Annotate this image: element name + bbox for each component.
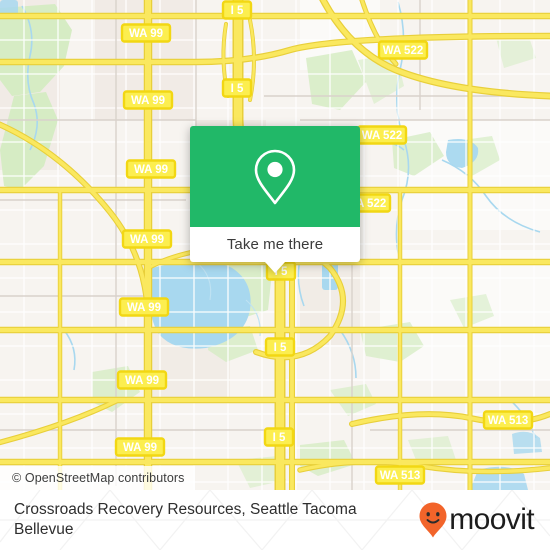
road-shield-label: I 5 [231, 5, 244, 17]
road-shield-label: WA 522 [383, 45, 423, 57]
take-me-there-button[interactable]: Take me there [190, 227, 360, 273]
moovit-logo[interactable]: moovit [418, 501, 535, 539]
location-popup-card[interactable]: Take me there [190, 126, 360, 273]
moovit-map-page: I 5 WA 99 WA 522 WA 99 I 5 WA 522 WA 99 WA 522 W… [0, 0, 550, 550]
road-shield: WA 99 [120, 23, 172, 43]
popup-header [190, 126, 360, 227]
road-shield-label: WA 99 [131, 95, 165, 107]
road-shield-label: WA 99 [125, 375, 159, 387]
road-shield-label: WA 99 [127, 302, 161, 314]
road-shield: WA 513 [482, 410, 534, 430]
road-shield: WA 99 [125, 159, 177, 179]
moovit-smiley-pin-icon [419, 502, 447, 538]
road-shield: WA 513 [374, 465, 426, 485]
road-shield: I 5 [221, 0, 253, 20]
popup-pointer-tail [265, 262, 285, 273]
road-shield: WA 522 [356, 125, 408, 145]
place-title: Crossroads Recovery Resources, Seattle T… [14, 501, 357, 538]
osm-attribution-text: © OpenStreetMap contributors [12, 471, 185, 485]
take-me-there-label: Take me there [226, 236, 324, 253]
road-shield-label: WA 99 [129, 28, 163, 40]
road-shield: WA 99 [122, 90, 174, 110]
road-shield-label: I 5 [231, 83, 244, 95]
road-shield: I 5 [221, 78, 253, 98]
footer-bar: Crossroads Recovery Resources, Seattle T… [0, 490, 550, 550]
osm-attribution[interactable]: © OpenStreetMap contributors [0, 466, 195, 490]
road-shield-label: WA 99 [123, 442, 157, 454]
road-shield: WA 99 [121, 229, 173, 249]
road-shield: WA 99 [114, 437, 166, 457]
road-shield-label: WA 513 [488, 415, 528, 427]
road-shield: WA 99 [118, 297, 170, 317]
road-shield: I 5 [263, 427, 295, 447]
moovit-wordmark: moovit [449, 503, 534, 536]
road-shield: I 5 [264, 337, 296, 357]
road-shield-label: WA 522 [362, 130, 402, 142]
road-shield: WA 522 [377, 40, 429, 60]
road-shield-label: WA 99 [134, 164, 168, 176]
road-shield-label: I 5 [273, 432, 286, 444]
road-shield: WA 99 [116, 370, 168, 390]
location-pin-icon [254, 149, 296, 204]
road-shield-label: WA 513 [380, 470, 420, 482]
footer-content: Crossroads Recovery Resources, Seattle T… [0, 490, 550, 550]
road-shield-label: I 5 [274, 342, 287, 354]
road-shield-label: WA 99 [130, 234, 164, 246]
